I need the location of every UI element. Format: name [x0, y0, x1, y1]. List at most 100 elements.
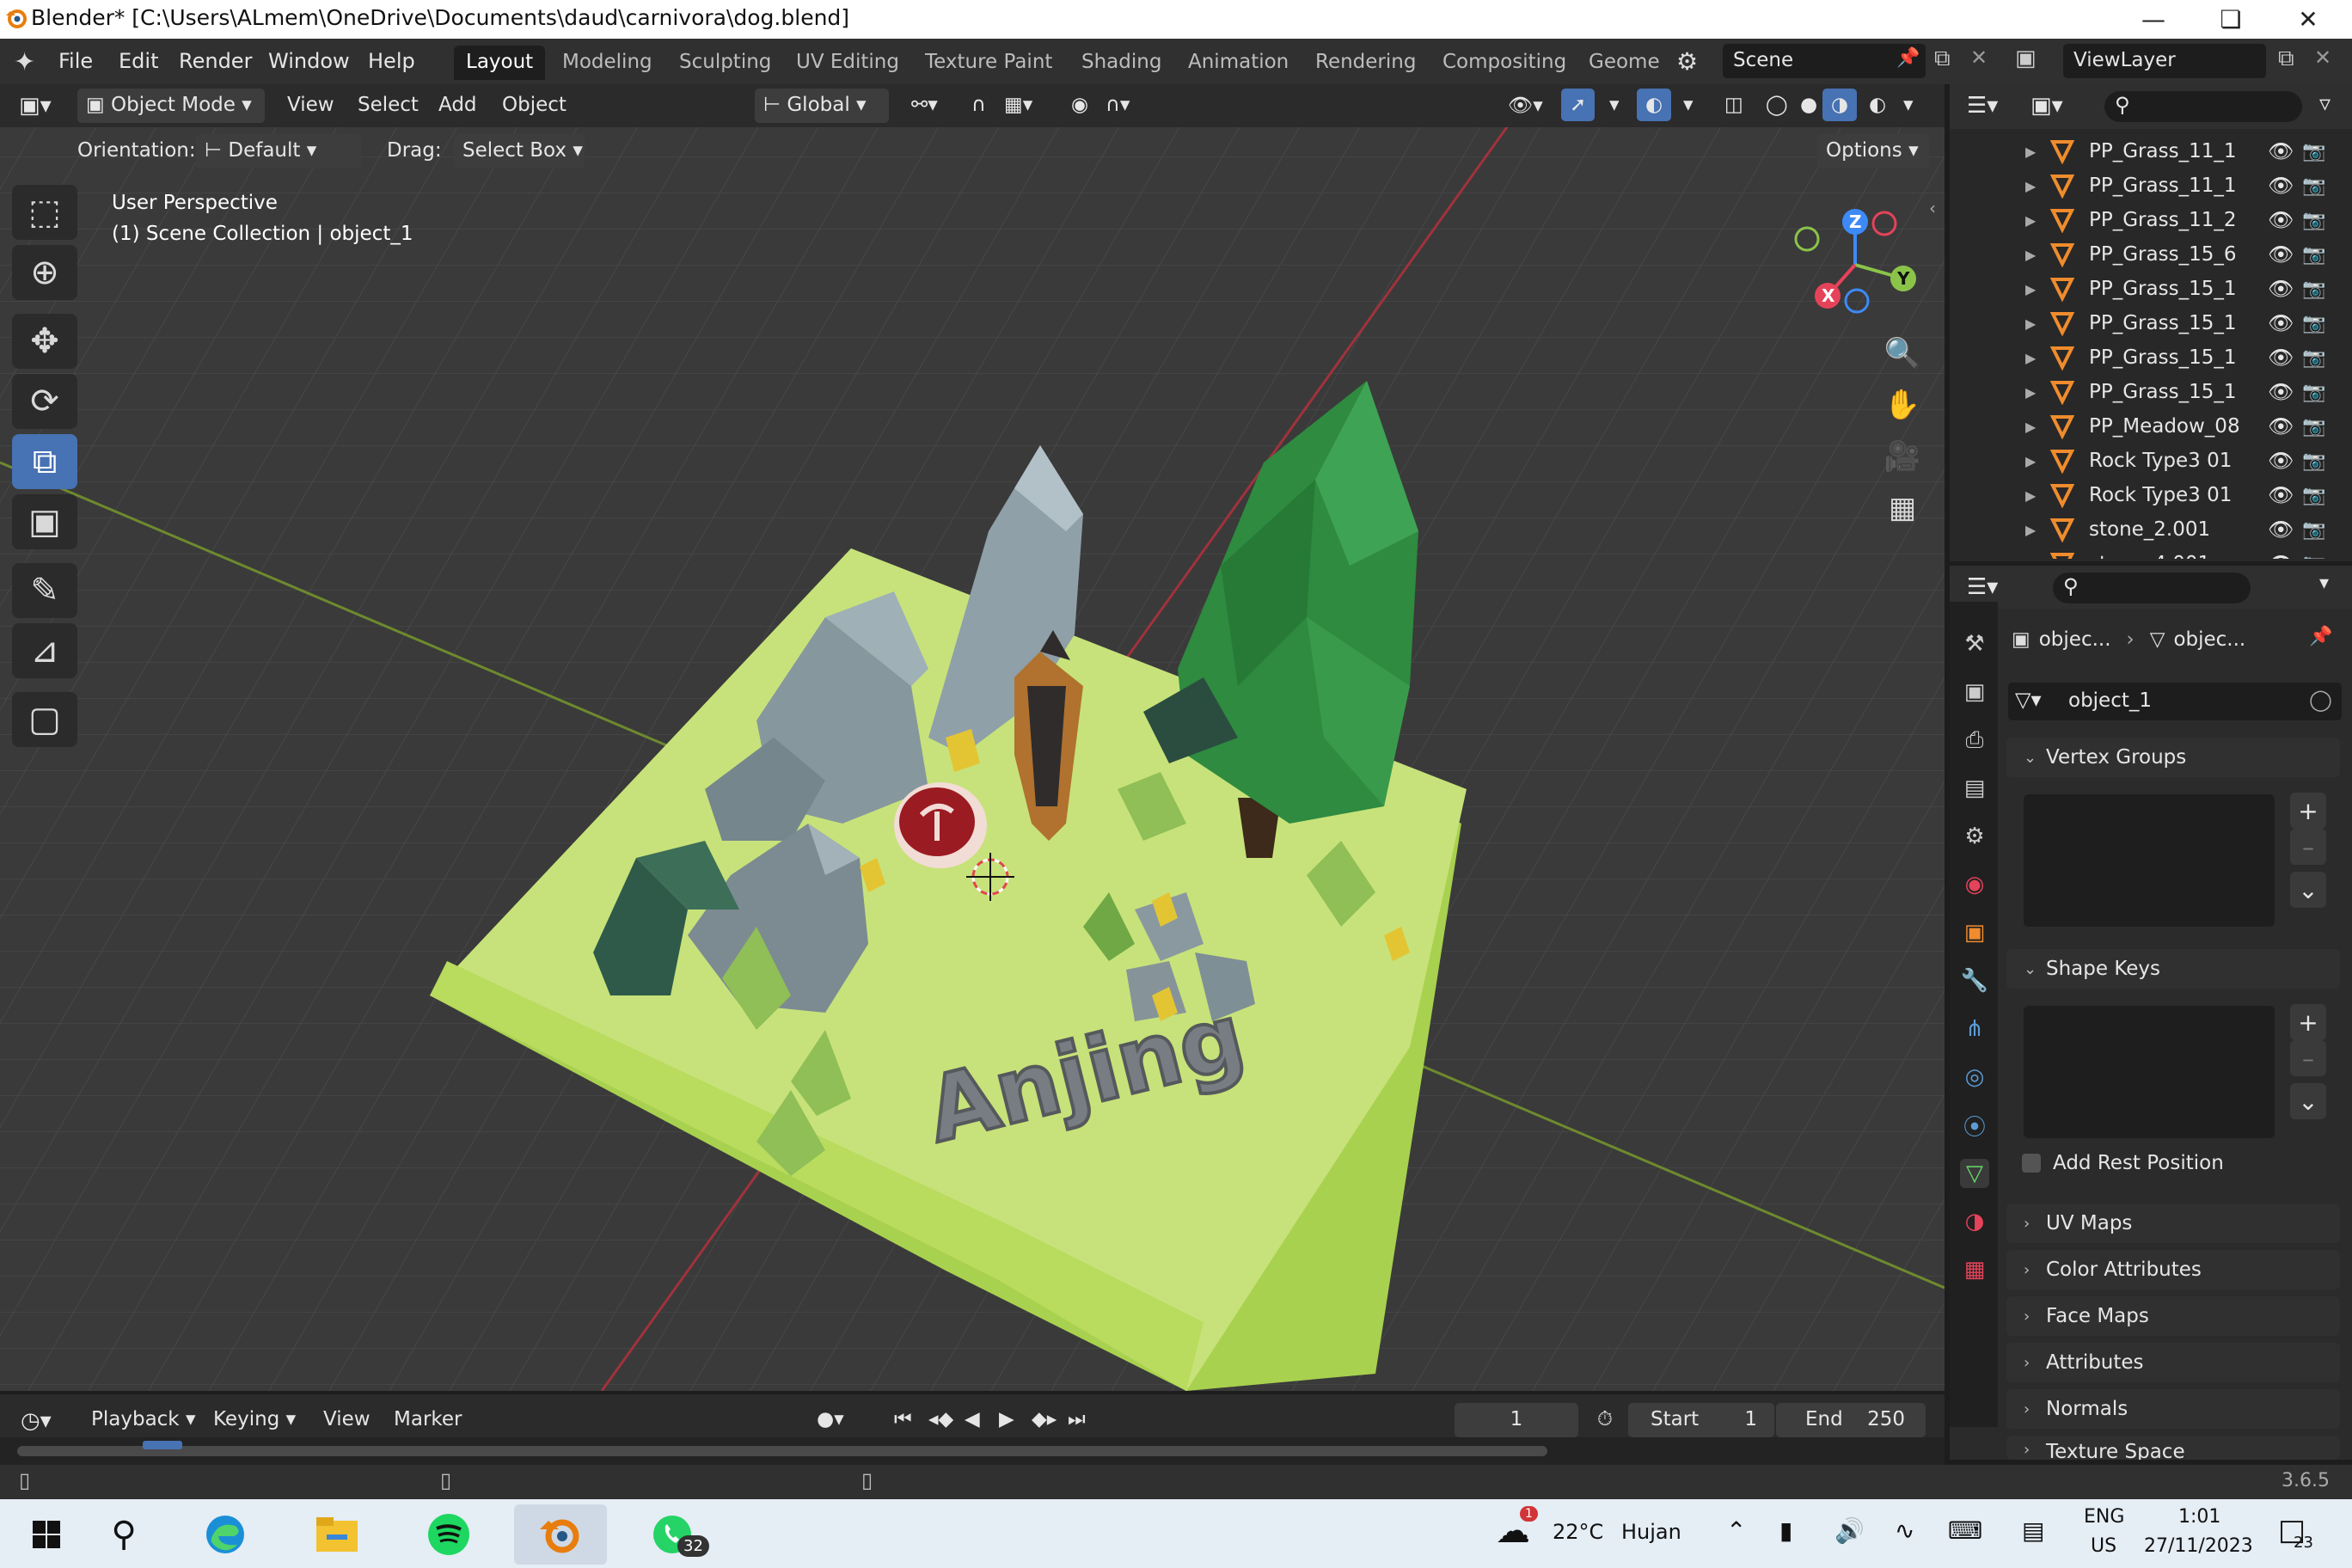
- render-camera-icon[interactable]: 📷: [2302, 382, 2325, 403]
- expand-arrow-icon[interactable]: ▶: [2025, 247, 2036, 263]
- expand-arrow-icon[interactable]: ▶: [2025, 315, 2036, 332]
- shading-dropdown-icon[interactable]: ▾: [1895, 89, 1922, 121]
- solid-shading-icon[interactable]: ●: [1792, 89, 1826, 121]
- minimize-icon[interactable]: —: [2115, 0, 2192, 39]
- mode-selector[interactable]: ▣ Object Mode ▾: [77, 89, 265, 123]
- spotify-icon[interactable]: [402, 1504, 495, 1565]
- blender-taskbar-icon[interactable]: [514, 1504, 607, 1565]
- restore-icon[interactable]: ❏: [2192, 0, 2269, 39]
- add-cube-tool-icon[interactable]: ▢: [12, 692, 77, 747]
- visibility-eye-icon[interactable]: 👁: [2268, 449, 2294, 473]
- rendered-shading-icon[interactable]: ◐: [1860, 89, 1895, 121]
- properties-options-icon[interactable]: ▾: [2319, 573, 2329, 594]
- remove-vertex-group-button[interactable]: –: [2290, 829, 2326, 865]
- orientation-selector[interactable]: ⊢ Default ▾: [196, 134, 361, 168]
- scene-tab-icon[interactable]: ⚙: [1960, 822, 1989, 851]
- outliner-search-field[interactable]: ⚲: [2104, 91, 2302, 122]
- render-camera-icon[interactable]: 📷: [2302, 210, 2325, 231]
- tool-tab-icon[interactable]: ⚒: [1960, 629, 1989, 658]
- texture-space-panel[interactable]: › Texture Space: [2006, 1436, 2340, 1460]
- constraints-tab-icon[interactable]: ⦿: [1960, 1111, 1989, 1141]
- jump-start-icon[interactable]: ⏮: [885, 1403, 921, 1436]
- outliner-item[interactable]: ▶ stone_2.001 👁 📷: [1950, 512, 2352, 547]
- render-camera-icon[interactable]: 📷: [2302, 279, 2325, 300]
- attributes-panel[interactable]: › Attributes: [2006, 1343, 2340, 1382]
- render-camera-icon[interactable]: 📷: [2302, 554, 2325, 560]
- properties-editor-icon[interactable]: ☰▾: [1967, 574, 1998, 600]
- move-tool-icon[interactable]: ✥: [12, 314, 77, 369]
- material-shading-icon[interactable]: ◑: [1822, 89, 1858, 121]
- search-icon[interactable]: ⚲: [77, 1504, 170, 1565]
- render-camera-icon[interactable]: 📷: [2302, 416, 2325, 438]
- clock-date[interactable]: 27/11/2023: [2144, 1535, 2253, 1557]
- outliner-item[interactable]: ▶ PP_Meadow_08 👁 📷: [1950, 409, 2352, 444]
- gizmo-toggle-icon[interactable]: ➚: [1561, 89, 1596, 121]
- current-frame-field[interactable]: 1: [1455, 1403, 1578, 1437]
- visibility-icon[interactable]: 👁▾: [1499, 89, 1552, 122]
- proportional-edit-icon[interactable]: ◉: [1063, 89, 1097, 121]
- editor-type-icon[interactable]: ▣▾: [10, 88, 60, 124]
- color-attributes-panel[interactable]: › Color Attributes: [2006, 1250, 2340, 1289]
- menu-object[interactable]: Object: [493, 89, 575, 121]
- uv-maps-panel[interactable]: › UV Maps: [2006, 1204, 2340, 1243]
- camera-view-icon[interactable]: 🎥: [1877, 432, 1927, 481]
- weather-temp[interactable]: 22°C: [1553, 1520, 1603, 1544]
- data-tab-icon[interactable]: ▽: [1960, 1159, 1989, 1188]
- visibility-eye-icon[interactable]: 👁: [2268, 277, 2294, 301]
- pan-hand-icon[interactable]: ✋: [1877, 380, 1927, 430]
- menu-window[interactable]: Window: [260, 46, 358, 77]
- transform-orientation-selector[interactable]: ⊢ Global ▾: [755, 89, 889, 123]
- render-camera-icon[interactable]: 📷: [2302, 313, 2325, 334]
- outliner-item[interactable]: ▶ PP_Grass_15_1 👁 📷: [1950, 272, 2352, 306]
- tab-uv-editing[interactable]: UV Editing: [784, 46, 911, 80]
- keyboard-icon[interactable]: ⌨: [1948, 1516, 1982, 1545]
- viewport-canvas[interactable]: Anjing Z Y X: [0, 84, 1945, 1391]
- whatsapp-icon[interactable]: 32: [626, 1504, 719, 1565]
- shape-key-specials-button[interactable]: ⌄: [2290, 1083, 2326, 1119]
- tab-modeling[interactable]: Modeling: [550, 46, 665, 80]
- menu-add[interactable]: Add: [430, 89, 486, 121]
- file-explorer-icon[interactable]: [291, 1504, 383, 1565]
- output-tab-icon[interactable]: ⎙: [1960, 726, 1989, 755]
- filter-icon[interactable]: ▿: [2319, 91, 2331, 117]
- expand-arrow-icon[interactable]: ▶: [2025, 212, 2036, 229]
- outliner-item[interactable]: ▶ PP_Grass_15_1 👁 📷: [1950, 340, 2352, 375]
- render-camera-icon[interactable]: 📷: [2302, 485, 2325, 506]
- delete-viewlayer-icon[interactable]: ✕: [2314, 46, 2331, 70]
- menu-help[interactable]: Help: [359, 46, 424, 77]
- tab-shading[interactable]: Shading: [1069, 46, 1173, 80]
- render-tab-icon[interactable]: ▣: [1960, 677, 1989, 707]
- wireframe-shading-icon[interactable]: ◯: [1757, 89, 1797, 121]
- select-box-tool-icon[interactable]: ⬚: [12, 185, 77, 240]
- visibility-eye-icon[interactable]: 👁: [2268, 242, 2294, 266]
- outliner-item[interactable]: ▶ PP_Grass_15_6 👁 📷: [1950, 237, 2352, 272]
- blender-menu-icon[interactable]: ✦: [14, 47, 35, 77]
- expand-arrow-icon[interactable]: ▶: [2025, 178, 2036, 194]
- wifi-icon[interactable]: ∿: [1895, 1516, 1914, 1545]
- expand-arrow-icon[interactable]: ▶: [2025, 384, 2036, 401]
- texture-tab-icon[interactable]: ▦: [1960, 1255, 1989, 1284]
- snap-target-icon[interactable]: ▦▾: [995, 89, 1041, 121]
- normals-panel[interactable]: › Normals: [2006, 1389, 2340, 1429]
- viewlayer-icon[interactable]: ▣: [2015, 46, 2037, 71]
- expand-arrow-icon[interactable]: ▶: [2025, 144, 2036, 160]
- visibility-eye-icon[interactable]: 👁: [2268, 208, 2294, 232]
- physics-tab-icon[interactable]: ◎: [1960, 1063, 1989, 1092]
- weather-text[interactable]: Hujan: [1621, 1520, 1681, 1544]
- render-camera-icon[interactable]: 📷: [2302, 244, 2325, 266]
- new-viewlayer-icon[interactable]: ⧉: [2278, 46, 2294, 72]
- pin-icon[interactable]: 📌: [1896, 47, 1920, 69]
- menu-timeline-view[interactable]: View: [315, 1403, 379, 1436]
- menu-keying[interactable]: Keying ▾: [205, 1403, 304, 1436]
- shape-keys-list[interactable]: [2024, 1006, 2275, 1138]
- meat-icon[interactable]: [894, 782, 987, 868]
- outliner-item[interactable]: ▶ Rock Type3 01 👁 📷: [1950, 478, 2352, 512]
- visibility-eye-icon[interactable]: 👁: [2268, 483, 2294, 507]
- tab-animation[interactable]: Animation: [1176, 46, 1301, 80]
- transform-tool-icon[interactable]: ▣: [12, 494, 77, 549]
- menu-render[interactable]: Render: [170, 46, 260, 77]
- render-camera-icon[interactable]: 📷: [2302, 450, 2325, 472]
- particles-tab-icon[interactable]: ⋔: [1960, 1014, 1989, 1044]
- tab-sculpting[interactable]: Sculpting: [667, 46, 783, 80]
- measure-tool-icon[interactable]: ⊿: [12, 623, 77, 678]
